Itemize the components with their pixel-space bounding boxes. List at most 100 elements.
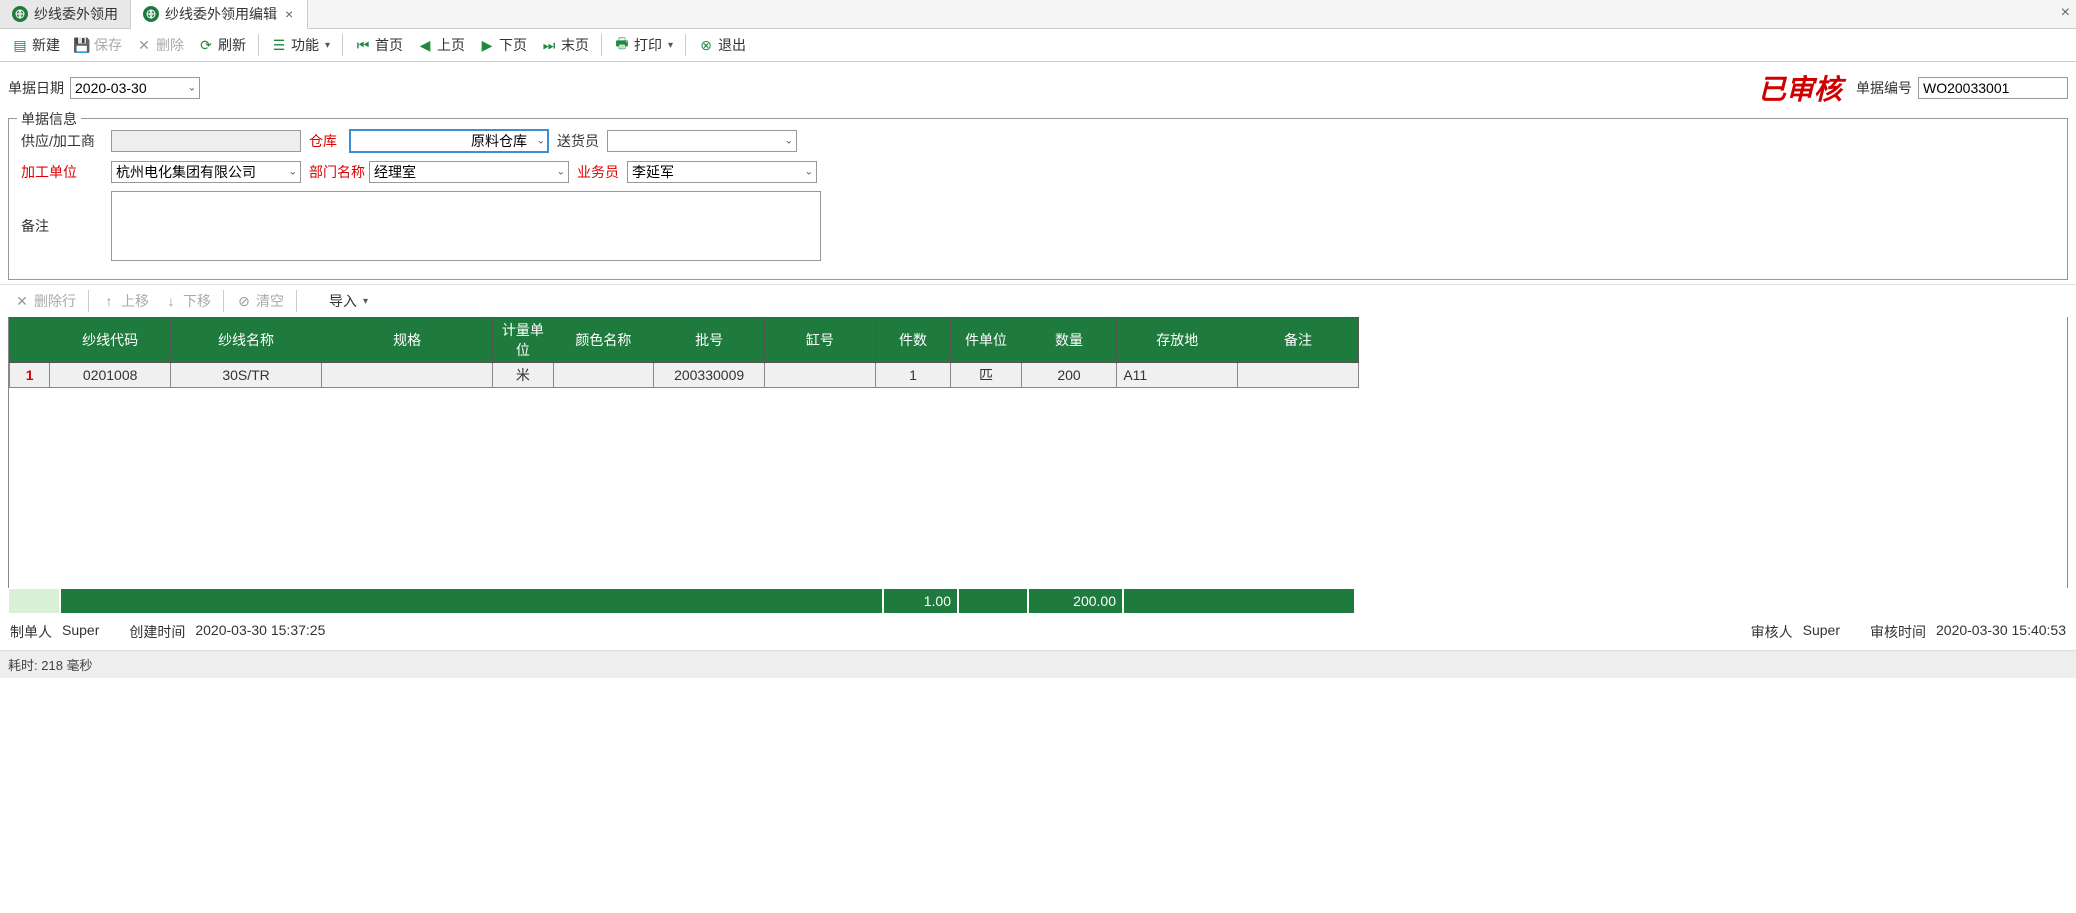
delete-button[interactable]: ✕ 删除 [130, 33, 190, 57]
function-button[interactable]: ☰ 功能 ▾ [265, 33, 336, 57]
cell-rownum: 1 [10, 363, 50, 388]
remark-textarea[interactable] [111, 191, 821, 261]
prev-page-button[interactable]: ◀ 上页 [411, 33, 471, 57]
cell-loc[interactable]: A11 [1117, 363, 1238, 388]
auditor-value: Super [1803, 622, 1840, 642]
cell-batch[interactable]: 200330009 [654, 363, 765, 388]
col-qty[interactable]: 数量 [1021, 318, 1117, 363]
status-bar: 耗时: 218 毫秒 [0, 650, 2076, 678]
cell-code[interactable]: 0201008 [50, 363, 171, 388]
supplier-input[interactable] [111, 130, 301, 152]
col-pieces[interactable]: 件数 [875, 318, 951, 363]
button-label: 末页 [561, 35, 589, 55]
cell-vat[interactable] [764, 363, 875, 388]
clear-button[interactable]: ⊘ 清空 [230, 289, 290, 313]
arrow-down-icon: ↓ [163, 293, 179, 309]
globe-icon [12, 6, 28, 22]
first-page-button[interactable]: ⏮ 首页 [349, 33, 409, 57]
clear-icon: ⊘ [236, 293, 252, 309]
button-label: 上移 [121, 291, 149, 311]
button-label: 删除行 [34, 291, 76, 311]
new-icon: ▤ [12, 37, 28, 53]
col-rownum [10, 318, 50, 363]
date-input[interactable] [70, 77, 200, 99]
col-unit[interactable]: 计量单位 [493, 318, 553, 363]
creator-value: Super [62, 622, 99, 642]
move-up-button[interactable]: ↑ 上移 [95, 289, 155, 313]
close-icon[interactable]: × [283, 6, 295, 22]
col-name[interactable]: 纱线名称 [171, 318, 322, 363]
col-spec[interactable]: 规格 [322, 318, 493, 363]
tab-edit[interactable]: 纱线委外领用编辑 × [131, 0, 308, 29]
totals-tail [1123, 588, 1355, 614]
col-batch[interactable]: 批号 [654, 318, 765, 363]
col-vat[interactable]: 缸号 [764, 318, 875, 363]
separator [223, 290, 224, 312]
createtime-value: 2020-03-30 15:37:25 [195, 622, 325, 642]
next-page-button[interactable]: ▶ 下页 [473, 33, 533, 57]
cell-name[interactable]: 30S/TR [171, 363, 322, 388]
close-all-icon[interactable]: × [2061, 4, 2070, 22]
col-pieceunit[interactable]: 件单位 [951, 318, 1021, 363]
docnum-input[interactable] [1918, 77, 2068, 99]
refresh-button[interactable]: ⟳ 刷新 [192, 33, 252, 57]
cell-remark[interactable] [1238, 363, 1359, 388]
col-code[interactable]: 纱线代码 [50, 318, 171, 363]
button-label: 功能 [291, 35, 319, 55]
auditor-label: 审核人 [1751, 622, 1793, 642]
grid-row[interactable]: 1 0201008 30S/TR 米 200330009 1 匹 200 A11 [10, 363, 1359, 388]
delete-row-button[interactable]: ✕ 删除行 [8, 289, 82, 313]
grid-container: 纱线代码 纱线名称 规格 计量单位 颜色名称 批号 缸号 件数 件单位 数量 存… [8, 317, 2068, 588]
last-page-button[interactable]: ⏭ 末页 [535, 33, 595, 57]
cell-unit[interactable]: 米 [493, 363, 553, 388]
grid-totals-row: 1.00 200.00 [8, 588, 2068, 614]
grid-header-row: 纱线代码 纱线名称 规格 计量单位 颜色名称 批号 缸号 件数 件单位 数量 存… [10, 318, 1359, 363]
cell-qty[interactable]: 200 [1021, 363, 1117, 388]
separator [296, 290, 297, 312]
totals-pieces: 1.00 [883, 588, 958, 614]
grid-empty-area [9, 388, 2067, 588]
print-icon: 🖶 [614, 37, 630, 53]
print-button[interactable]: 🖶 打印 ▾ [608, 33, 679, 57]
button-label: 删除 [156, 35, 184, 55]
arrow-up-icon: ↑ [101, 293, 117, 309]
save-button[interactable]: 💾 保存 [68, 33, 128, 57]
exit-button[interactable]: ⊗ 退出 [692, 33, 752, 57]
cell-pieceunit[interactable]: 匹 [951, 363, 1021, 388]
data-grid[interactable]: 纱线代码 纱线名称 规格 计量单位 颜色名称 批号 缸号 件数 件单位 数量 存… [9, 317, 1359, 388]
separator [342, 34, 343, 56]
col-color[interactable]: 颜色名称 [553, 318, 654, 363]
warehouse-select[interactable] [349, 129, 549, 153]
cell-pieces[interactable]: 1 [875, 363, 951, 388]
button-label: 上页 [437, 35, 465, 55]
elapsed-label: 耗时: [8, 658, 38, 673]
globe-icon [143, 6, 159, 22]
last-icon: ⏭ [541, 37, 557, 53]
next-icon: ▶ [479, 37, 495, 53]
new-button[interactable]: ▤ 新建 [6, 33, 66, 57]
processor-select[interactable] [111, 161, 301, 183]
supplier-label: 供应/加工商 [17, 131, 107, 151]
move-down-button[interactable]: ↓ 下移 [157, 289, 217, 313]
audittime-label: 审核时间 [1870, 622, 1926, 642]
totals-qty: 200.00 [1028, 588, 1123, 614]
import-button[interactable]: 导入 ▾ [303, 289, 374, 313]
main-toolbar: ▤ 新建 💾 保存 ✕ 删除 ⟳ 刷新 ☰ 功能 ▾ ⏮ 首页 ◀ 上页 ▶ 下… [0, 29, 2076, 62]
remark-label: 备注 [17, 216, 107, 236]
deliverer-select[interactable] [607, 130, 797, 152]
globe-icon [309, 293, 325, 309]
save-icon: 💾 [74, 37, 90, 53]
button-label: 导入 [329, 291, 357, 311]
salesman-label: 业务员 [573, 162, 623, 182]
fieldset-legend: 单据信息 [17, 109, 81, 129]
dept-select[interactable] [369, 161, 569, 183]
col-remark[interactable]: 备注 [1238, 318, 1359, 363]
tab-label: 纱线委外领用编辑 [165, 4, 277, 24]
tab-label: 纱线委外领用 [34, 4, 118, 24]
creator-label: 制单人 [10, 622, 52, 642]
cell-color[interactable] [553, 363, 654, 388]
tab-list[interactable]: 纱线委外领用 [0, 0, 131, 28]
col-loc[interactable]: 存放地 [1117, 318, 1238, 363]
salesman-select[interactable] [627, 161, 817, 183]
cell-spec[interactable] [322, 363, 493, 388]
